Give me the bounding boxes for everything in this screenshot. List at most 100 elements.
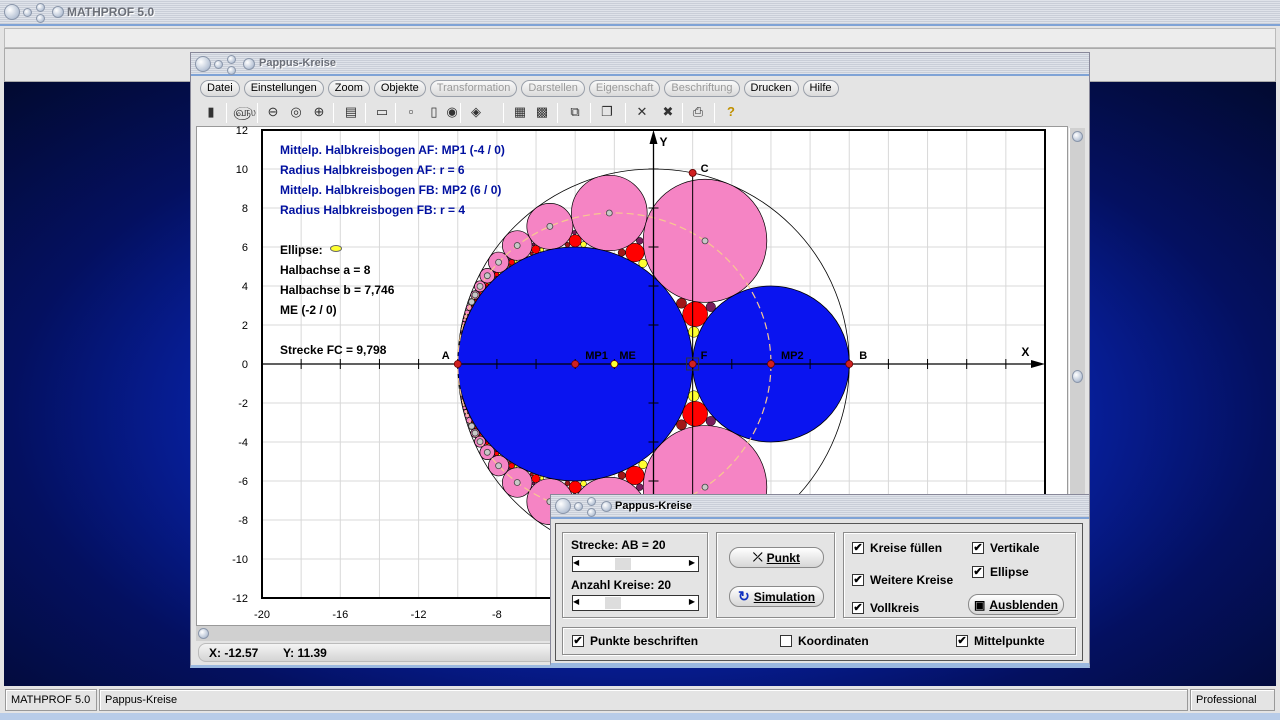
circle-center — [546, 222, 554, 230]
darkred-circle — [494, 449, 497, 453]
bottom-edge — [0, 713, 1280, 720]
ellipse-legend-icon — [330, 245, 342, 252]
point-label: A — [442, 350, 450, 362]
checkbox-punkte-beschriften[interactable]: ✔ Punkte beschriften — [572, 634, 698, 648]
checkbox-label: Vollkreis — [870, 601, 920, 615]
checkbox-box[interactable]: ✔ — [956, 635, 968, 647]
y-tick-label: -2 — [238, 398, 248, 410]
checkbox-kreise-füllen[interactable]: ✔ Kreise füllen — [852, 541, 942, 555]
darkred-circle — [676, 419, 687, 431]
strecke-label: Strecke: AB = 20 — [571, 538, 666, 552]
checkbox-box[interactable]: ✔ — [572, 635, 584, 647]
yellow-circle — [638, 258, 648, 268]
strecke-slider[interactable]: ◀ ▶ — [572, 556, 699, 572]
status-doc: Pappus-Kreise — [99, 689, 1188, 711]
checkbox-weitere-kreise[interactable]: ✔ Weitere Kreise — [852, 573, 953, 587]
circle-center — [476, 438, 484, 446]
checkbox-koordinaten[interactable]: Koordinaten — [780, 634, 869, 648]
darkred-circle — [485, 440, 488, 443]
y-tick-label: 2 — [242, 320, 248, 332]
circle-center — [468, 422, 476, 430]
checkbox-mittelpunkte[interactable]: ✔ Mittelpunkte — [956, 634, 1045, 648]
maximize-button[interactable] — [587, 497, 596, 506]
dialog-title: Pappus-Kreise — [615, 500, 693, 512]
checkbox-box[interactable] — [780, 635, 792, 647]
circle-center — [468, 298, 476, 306]
point-label: B — [859, 350, 867, 362]
darkred-circle — [676, 297, 687, 309]
y-axis-label: Y — [660, 135, 668, 149]
close-button[interactable] — [555, 498, 571, 514]
anzahl-slider[interactable]: ◀ ▶ — [572, 595, 699, 611]
darkred-circle — [617, 471, 626, 480]
yellow-circle — [487, 282, 490, 285]
circle-center — [495, 462, 503, 470]
checkbox-box[interactable]: ✔ — [972, 566, 984, 578]
x-axis-arrow — [1031, 360, 1045, 368]
y-tick-label: -6 — [238, 476, 248, 488]
point-label: F — [701, 350, 708, 362]
minimize-button[interactable] — [574, 502, 583, 511]
red-circle — [682, 301, 708, 327]
y-tick-label: 10 — [236, 164, 248, 176]
yellow-circle — [688, 390, 700, 402]
y-tick-label: -8 — [238, 515, 248, 527]
x-tick-label: -12 — [411, 609, 427, 621]
simulation-button[interactable]: ↻ Simulation — [729, 586, 824, 607]
checkbox-box[interactable]: ✔ — [852, 542, 864, 554]
y-axis-arrow — [649, 130, 658, 144]
purple-circle — [705, 416, 716, 427]
yellow-circle — [487, 443, 490, 446]
coord-y: Y: 11.39 — [283, 646, 327, 660]
punkt-button[interactable]: ⤫ Punkt — [729, 547, 824, 568]
y-tick-label: -12 — [232, 593, 248, 605]
ausblenden-button[interactable]: ▣ Ausblenden — [968, 594, 1064, 615]
info-line: Radius Halbkreisbogen AF: r = 6 — [280, 163, 465, 177]
y-tick-label: -10 — [232, 554, 248, 566]
checkbox-box[interactable]: ✔ — [852, 602, 864, 614]
darkred-circle — [494, 275, 497, 279]
scroll-thumb[interactable] — [1072, 370, 1083, 383]
scroll-thumb[interactable] — [198, 628, 209, 639]
red-circle — [568, 480, 582, 494]
checkbox-vertikale[interactable]: ✔ Vertikale — [972, 541, 1039, 555]
checkbox-box[interactable]: ✔ — [972, 542, 984, 554]
yellow-circle — [539, 475, 544, 481]
point-c — [688, 169, 697, 177]
purple-circle — [705, 301, 716, 312]
ellipse-label: Ellipse: — [280, 243, 323, 257]
cross-point-icon: ⤫ — [753, 550, 763, 564]
red-circle — [471, 305, 474, 308]
y-tick-label: -4 — [238, 437, 248, 449]
darkred-circle — [617, 248, 626, 257]
red-circle — [625, 465, 645, 485]
circle-center — [605, 209, 613, 217]
x-tick-label: -20 — [254, 609, 270, 621]
checkbox-label: Kreise füllen — [870, 541, 943, 555]
red-circle — [474, 298, 477, 302]
checkbox-vollkreis[interactable]: ✔ Vollkreis — [852, 601, 919, 615]
checkbox-label: Vertikale — [990, 541, 1040, 555]
point-mp1 — [571, 360, 580, 368]
darkred-circle — [529, 472, 534, 477]
checkbox-box[interactable]: ✔ — [852, 574, 864, 586]
circle-center — [701, 483, 709, 491]
point-a — [453, 360, 462, 368]
checkbox-ellipse[interactable]: ✔ Ellipse — [972, 565, 1029, 579]
point-label: C — [701, 163, 709, 175]
anzahl-label: Anzahl Kreise: 20 — [571, 578, 672, 592]
purple-circle — [636, 237, 644, 245]
info-line: Halbachse a = 8 — [280, 263, 371, 277]
info-line: Mittelp. Halbkreisbogen AF: MP1 (-4 / 0) — [280, 143, 505, 157]
purple-circle — [508, 467, 511, 470]
red-circle — [682, 401, 708, 427]
circle-center — [513, 242, 521, 249]
purple-circle — [508, 258, 511, 261]
restore-button[interactable] — [587, 508, 596, 517]
scroll-thumb-top[interactable] — [1072, 131, 1083, 142]
point-label: MP1 — [585, 350, 608, 362]
info-line: ME (-2 / 0) — [280, 303, 337, 317]
point-f — [688, 360, 697, 368]
status-edition: Professional — [1190, 689, 1275, 711]
yellow-circle — [688, 326, 700, 338]
